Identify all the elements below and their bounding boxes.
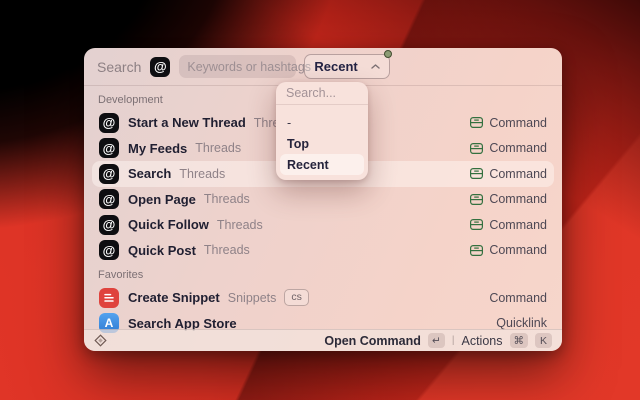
actions-button[interactable]: Actions	[462, 334, 503, 348]
k-key-badge: K	[535, 333, 552, 348]
list-item-quick-post[interactable]: @ Quick Post Threads Command	[92, 238, 554, 264]
footer-divider: |	[451, 335, 455, 346]
threads-icon: @	[99, 240, 119, 261]
item-subtitle: Threads	[179, 166, 226, 181]
threads-icon: @	[99, 163, 119, 184]
item-subtitle: Threads	[203, 192, 250, 207]
item-type: Command	[489, 141, 547, 156]
chevron-up-icon	[371, 64, 380, 69]
search-mode-label: Search	[97, 58, 142, 75]
command-icon	[470, 142, 484, 154]
item-type: Command	[489, 243, 547, 258]
item-title: Quick Post	[128, 242, 196, 258]
command-icon	[470, 117, 484, 129]
dropdown-item-dash[interactable]: -	[280, 112, 364, 133]
notification-dot	[383, 50, 392, 58]
item-type: Command	[489, 290, 547, 305]
raycast-logo-icon	[94, 334, 107, 347]
list-item-create-snippet[interactable]: Create Snippet Snippets cs Command	[92, 285, 554, 311]
list-item-quick-follow[interactable]: @ Quick Follow Threads Command	[92, 212, 554, 238]
command-icon	[470, 244, 484, 256]
item-type: Command	[489, 115, 547, 130]
item-title: Search	[128, 166, 172, 182]
sort-dropdown-button[interactable]: Recent	[304, 50, 392, 79]
item-type: Command	[489, 192, 547, 207]
item-subtitle: Threads	[195, 141, 242, 156]
desktop: { "topbar": { "mode_label": "Search", "s…	[0, 0, 640, 400]
section-header-favorites: Favorites	[98, 269, 144, 281]
list-item-open-page[interactable]: @ Open Page Threads Command	[92, 187, 554, 213]
sort-dropdown-panel: Search... - Top Recent	[276, 82, 368, 180]
dropdown-item-recent[interactable]: Recent	[280, 154, 364, 175]
threads-icon: @	[150, 56, 171, 77]
enter-key-badge: ↵	[427, 333, 445, 348]
threads-icon: @	[99, 189, 119, 210]
item-type: Command	[489, 166, 547, 181]
search-placeholder: Keywords or hashtags	[187, 59, 312, 74]
item-subtitle: Threads	[216, 217, 263, 232]
command-icon	[470, 193, 484, 205]
alias-badge: cs	[284, 289, 309, 307]
open-command-button[interactable]: Open Command	[324, 334, 421, 348]
item-title: Create Snippet	[128, 290, 220, 306]
command-icon	[470, 219, 484, 231]
threads-icon: @	[99, 214, 119, 235]
threads-glyph: @	[154, 59, 167, 74]
item-title: Start a New Thread	[128, 115, 246, 131]
threads-icon: @	[99, 112, 119, 133]
item-title: Open Page	[128, 191, 196, 207]
item-title: Quick Follow	[128, 217, 209, 233]
snippets-icon	[99, 287, 119, 308]
command-icon	[470, 168, 484, 180]
threads-icon: @	[99, 138, 119, 159]
item-subtitle: Snippets	[227, 290, 277, 305]
search-input[interactable]: Keywords or hashtags	[179, 55, 311, 78]
raycast-window: Search @ Keywords or hashtags Recent Dev…	[84, 48, 562, 351]
item-subtitle: Threads	[203, 243, 250, 258]
dropdown-search-input[interactable]: Search...	[276, 82, 368, 105]
item-type: Command	[489, 217, 547, 232]
search-bar: Search @ Keywords or hashtags Recent	[84, 48, 562, 86]
action-bar: Open Command ↵ | Actions ⌘ K	[84, 329, 562, 351]
item-title: My Feeds	[128, 140, 188, 156]
sort-dropdown-value: Recent	[314, 59, 358, 74]
dropdown-item-top[interactable]: Top	[280, 133, 364, 154]
cmd-key-badge: ⌘	[509, 333, 528, 348]
